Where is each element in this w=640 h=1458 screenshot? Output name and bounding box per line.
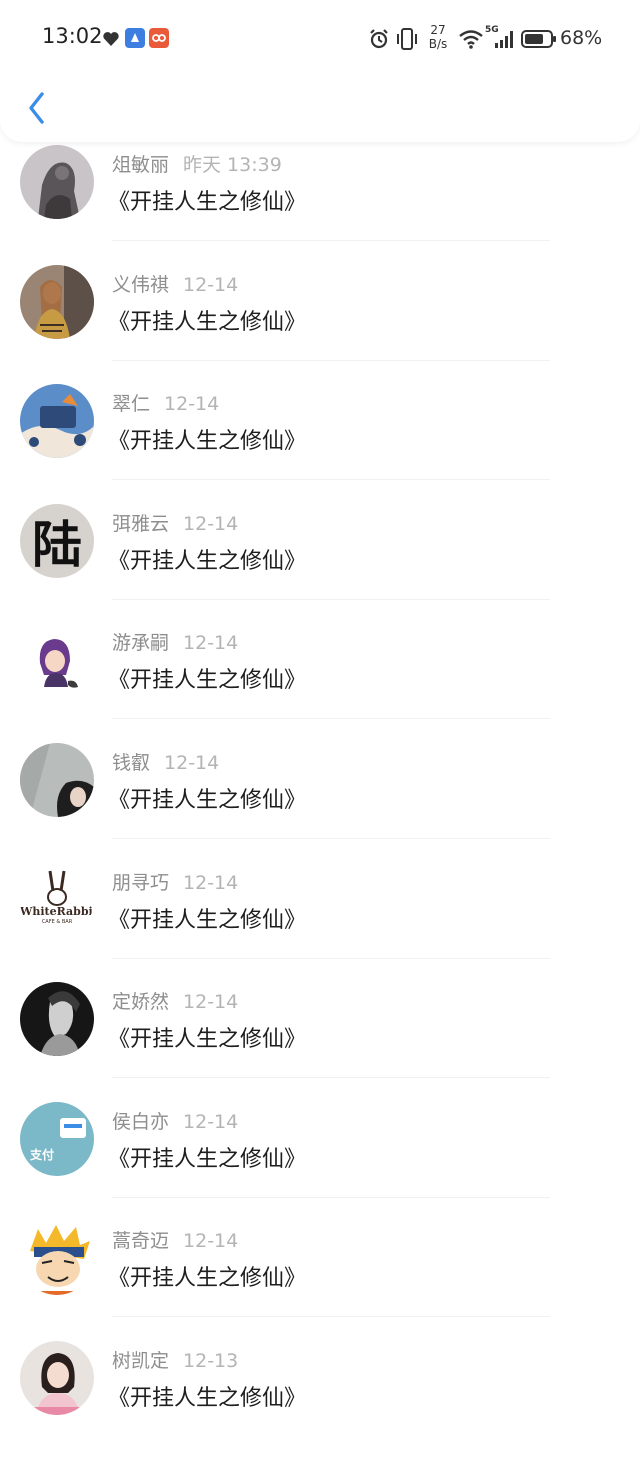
comment-item[interactable]: 支付 侯白亦 12-14 《开挂人生之修仙》: [0, 1099, 640, 1219]
alarm-icon: [370, 29, 388, 49]
comment-date: 12-14: [164, 393, 220, 416]
divider: [112, 1077, 550, 1079]
comment-text: 《开挂人生之修仙》: [108, 787, 307, 813]
comment-list: 俎敏丽 昨天 13:39 《开挂人生之修仙》 义伟祺 12-14 《开挂人生之修仙》…: [0, 142, 640, 1458]
avatar[interactable]: WhiteRabbit CAFE & BAR: [20, 862, 94, 937]
comment-date: 12-14: [164, 751, 220, 774]
screen-shape: [60, 1117, 86, 1138]
battery-icon: [521, 30, 556, 48]
comment-date: 12-14: [183, 991, 239, 1014]
divider: [112, 359, 550, 361]
comment-item[interactable]: 游承嗣 12-14 《开挂人生之修仙》: [0, 620, 640, 740]
commenter-name: 弭雅云 12-14: [112, 512, 239, 535]
comment-item[interactable]: 陆 弭雅云 12-14 《开挂人生之修仙》: [0, 501, 640, 621]
avatar[interactable]: [20, 742, 94, 817]
commenter-name: 游承嗣 12-14: [112, 632, 239, 655]
comment-date: 12-14: [183, 1110, 239, 1133]
back-button[interactable]: [22, 88, 54, 128]
divider: [112, 598, 550, 600]
commenter-name: 侯白亦 12-14: [112, 1110, 239, 1133]
comment-text: 《开挂人生之修仙》: [108, 907, 307, 933]
comment-date: 昨天 13:39: [183, 154, 282, 176]
divider: [112, 240, 550, 241]
divider: [112, 479, 550, 481]
comment-text: 《开挂人生之修仙》: [108, 429, 307, 455]
comment-item[interactable]: WhiteRabbit CAFE & BAR 朋寻巧 12-14 《开挂人生之修仙…: [0, 860, 640, 980]
comment-text: 《开挂人生之修仙》: [108, 190, 307, 215]
divider: [112, 837, 550, 839]
comment-date: 12-14: [183, 273, 239, 296]
commenter-name: 树凯定 12-13: [112, 1349, 239, 1372]
comment-text: 《开挂人生之修仙》: [108, 1385, 307, 1411]
screen-bar: [64, 1123, 82, 1128]
commenter-name: 钱叡 12-14: [112, 751, 220, 774]
comment-date: 12-14: [183, 632, 239, 655]
comment-text: 《开挂人生之修仙》: [108, 668, 307, 694]
avatar[interactable]: [20, 145, 94, 219]
wifi-icon: [459, 30, 483, 49]
heart-icon: [103, 32, 119, 46]
avatar-overlay-text: 支付: [30, 1147, 55, 1162]
signal-icon: [495, 31, 513, 48]
commenter-name: 蒿奇迈 12-14: [112, 1230, 239, 1253]
comment-date: 12-14: [183, 871, 239, 894]
vibrate-icon: [397, 28, 417, 50]
comment-item[interactable]: 翠仁 12-14 《开挂人生之修仙》: [0, 381, 640, 501]
commenter-name: 定娇然 12-14: [112, 991, 239, 1014]
avatar-calligraphy: 陆: [32, 514, 82, 574]
comment-text: 《开挂人生之修仙》: [108, 1266, 307, 1292]
comment-text: 《开挂人生之修仙》: [108, 1146, 307, 1172]
net-speed: 27 B/s: [428, 23, 448, 51]
avatar[interactable]: [20, 623, 94, 698]
logo-subtext: CAFE & BAR: [41, 918, 73, 925]
chevron-left-icon: [29, 92, 44, 124]
avatar[interactable]: [20, 1221, 94, 1296]
rabbit-logo-icon: [47, 870, 67, 906]
comment-item[interactable]: 蒿奇迈 12-14 《开挂人生之修仙》: [0, 1218, 640, 1338]
avatar[interactable]: [20, 982, 94, 1057]
avatar[interactable]: [20, 384, 94, 459]
status-time: 13:02: [42, 24, 103, 48]
avatar[interactable]: 陆: [20, 503, 94, 578]
commenter-name: 义伟祺 12-14: [112, 273, 239, 296]
comment-item[interactable]: 俎敏丽 昨天 13:39 《开挂人生之修仙》: [0, 142, 640, 262]
app-badge-icon: [125, 28, 145, 48]
top-bar: 13:02 27 B/s 5G 68%: [0, 0, 640, 142]
comment-item[interactable]: 义伟祺 12-14 《开挂人生之修仙》: [0, 262, 640, 382]
status-bar: 13:02 27 B/s 5G 68%: [0, 0, 640, 80]
avatar[interactable]: [20, 1340, 94, 1415]
comment-date: 12-14: [183, 1230, 239, 1253]
divider: [112, 1316, 550, 1318]
logo-text: WhiteRabbit: [20, 904, 94, 918]
divider: [112, 957, 550, 959]
app-badge-icon: [149, 28, 169, 48]
comment-text: 《开挂人生之修仙》: [108, 548, 307, 574]
comment-text: 《开挂人生之修仙》: [108, 309, 307, 335]
comment-date: 12-14: [183, 512, 239, 535]
avatar[interactable]: [20, 264, 94, 339]
battery-percent: 68%: [560, 27, 603, 49]
comment-item[interactable]: 树凯定 12-13 《开挂人生之修仙》: [0, 1338, 640, 1458]
comment-text: 《开挂人生之修仙》: [108, 1027, 307, 1053]
commenter-name: 翠仁 12-14: [112, 393, 220, 416]
divider: [112, 718, 550, 720]
divider: [112, 1196, 550, 1198]
commenter-name: 俎敏丽 昨天 13:39: [112, 154, 282, 176]
commenter-name: 朋寻巧 12-14: [112, 871, 239, 894]
comment-item[interactable]: 钱叡 12-14 《开挂人生之修仙》: [0, 740, 640, 860]
avatar[interactable]: 支付: [20, 1101, 94, 1176]
comment-date: 12-13: [183, 1349, 239, 1372]
comment-item[interactable]: 定娇然 12-14 《开挂人生之修仙》: [0, 979, 640, 1099]
